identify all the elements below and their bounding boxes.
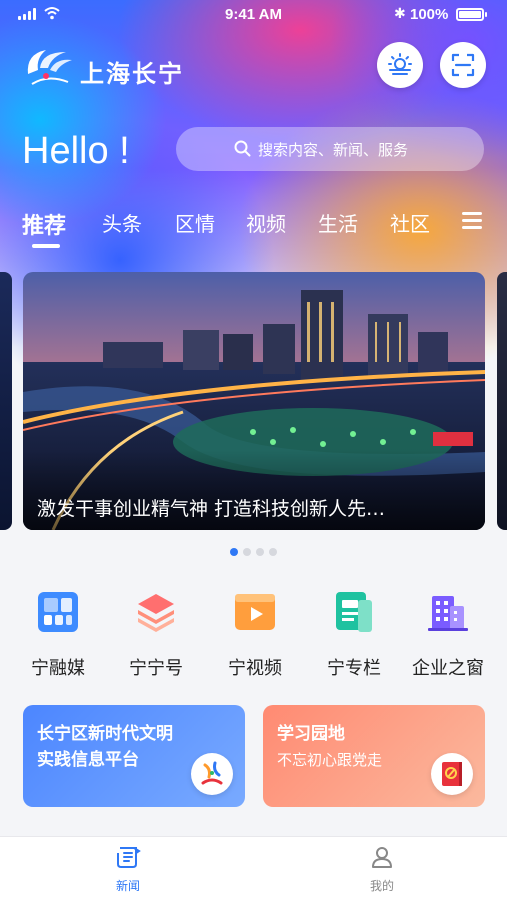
weather-button[interactable] xyxy=(377,42,423,88)
banner-next-peek[interactable] xyxy=(497,272,507,530)
service-ningshipin[interactable]: 宁视频 xyxy=(205,590,305,680)
service-label: 宁融媒 xyxy=(31,658,85,679)
banner-slide[interactable]: 激发干事创业精气神 打造科技创新人先… xyxy=(23,272,485,530)
service-qiyezhichuang[interactable]: 企业之窗 xyxy=(398,590,498,680)
tab-headlines[interactable]: 头条 xyxy=(102,208,142,237)
service-label: 宁视频 xyxy=(228,658,282,679)
study-garden-card[interactable]: 学习园地 不忘初心跟党走 xyxy=(263,705,485,807)
carousel-dot[interactable] xyxy=(230,548,238,556)
carousel-dot[interactable] xyxy=(269,548,277,556)
tab-video[interactable]: 视频 xyxy=(246,208,286,237)
video-play-icon xyxy=(235,594,275,630)
nav-news[interactable]: 新闻 xyxy=(78,845,178,894)
tab-life[interactable]: 生活 xyxy=(318,208,358,237)
news-icon xyxy=(117,847,141,868)
nav-label: 我的 xyxy=(369,879,394,893)
weather-icon xyxy=(388,53,412,75)
banner-caption: 激发干事创业精气神 打造科技创新人先… xyxy=(37,498,386,520)
service-label: 企业之窗 xyxy=(412,658,484,679)
service-ningninghao[interactable]: 宁宁号 xyxy=(106,590,206,680)
nav-label: 新闻 xyxy=(115,879,140,893)
card-title-line: 实践信息平台 xyxy=(37,750,139,770)
battery-icon xyxy=(456,8,487,21)
tab-district[interactable]: 区情 xyxy=(175,208,215,237)
service-label: 宁专栏 xyxy=(327,658,381,679)
civilization-logo-icon xyxy=(191,753,233,795)
scan-button[interactable] xyxy=(440,42,486,88)
service-ningzhuanlan[interactable]: 宁专栏 xyxy=(304,590,404,680)
changning-logo xyxy=(27,50,72,85)
card-title: 长宁区新时代文明 实践信息平台 xyxy=(37,721,173,773)
search-bar[interactable]: 搜索内容、新闻、服务 xyxy=(176,127,484,171)
battery-percent: 100% xyxy=(410,6,449,23)
channel-menu-icon[interactable] xyxy=(462,212,482,230)
channel-tabs: 推荐 头条 区情 视频 生活 社区 xyxy=(22,208,492,248)
scan-icon xyxy=(451,53,475,77)
tab-community[interactable]: 社区 xyxy=(390,208,430,237)
tab-recommend[interactable]: 推荐 xyxy=(22,208,66,240)
card-title-line: 长宁区新时代文明 xyxy=(37,724,173,744)
bottom-nav: 新闻 我的 xyxy=(0,836,507,900)
app-title: 上海长宁 xyxy=(80,60,184,88)
carousel-dot[interactable] xyxy=(243,548,251,556)
media-grid-icon xyxy=(38,592,78,632)
column-doc-icon xyxy=(336,592,372,632)
service-label: 宁宁号 xyxy=(129,658,183,679)
service-grid: 宁融媒 宁宁号 宁视频 宁专栏 企业之窗 xyxy=(0,590,507,680)
carousel-indicator xyxy=(230,548,277,556)
banner-prev-peek[interactable] xyxy=(0,272,12,530)
profile-icon xyxy=(372,847,392,868)
layers-icon xyxy=(138,594,174,632)
bluetooth-icon: ✱ xyxy=(394,6,406,22)
search-placeholder: 搜索内容、新闻、服务 xyxy=(258,140,409,159)
nav-mine[interactable]: 我的 xyxy=(332,845,432,894)
search-icon xyxy=(234,140,251,157)
greeting: Hello ! xyxy=(22,130,130,172)
card-title: 学习园地 xyxy=(277,724,345,744)
active-tab-indicator xyxy=(32,244,60,248)
civilization-platform-card[interactable]: 长宁区新时代文明 实践信息平台 xyxy=(23,705,245,807)
party-book-icon xyxy=(431,753,473,795)
service-ningrongmei[interactable]: 宁融媒 xyxy=(8,590,108,680)
building-icon xyxy=(428,596,468,631)
carousel-dot[interactable] xyxy=(256,548,264,556)
status-bar: 9:41 AM ✱ 100% xyxy=(0,0,507,30)
card-subtitle: 不忘初心跟党走 xyxy=(277,751,383,769)
